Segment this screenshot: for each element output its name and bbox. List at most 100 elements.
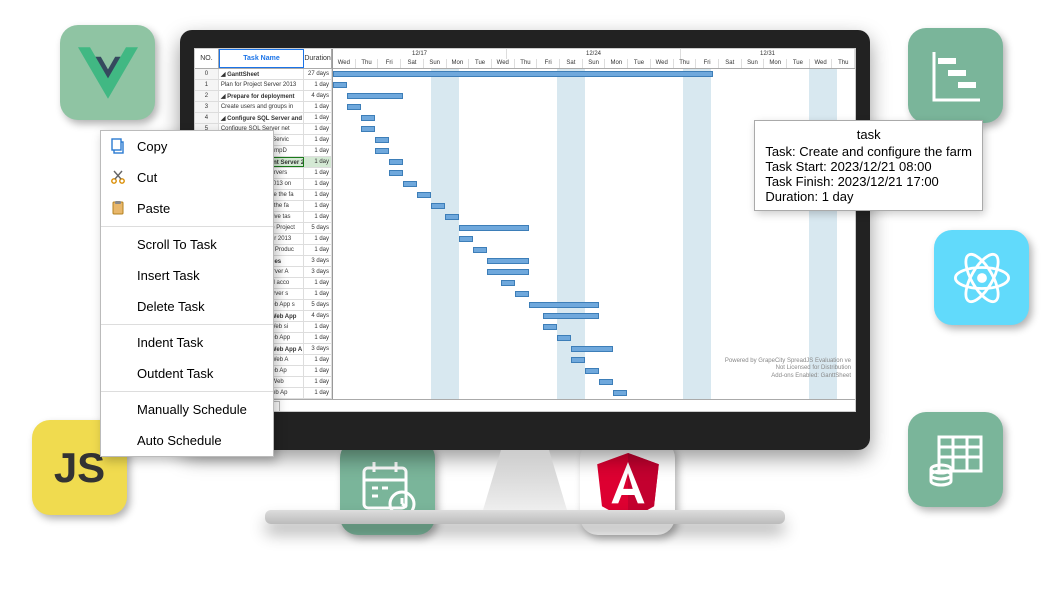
cell-duration[interactable]: 1 day bbox=[304, 289, 332, 299]
vue-icon bbox=[78, 47, 138, 99]
cell-duration[interactable]: 1 day bbox=[304, 157, 332, 167]
header-duration[interactable]: Duration bbox=[304, 49, 332, 68]
gantt-bar[interactable] bbox=[599, 379, 613, 385]
gantt-bar[interactable] bbox=[585, 368, 599, 374]
ctx-insert-task[interactable]: Insert Task bbox=[101, 260, 273, 291]
ctx-outdent-task[interactable]: Outdent Task bbox=[101, 358, 273, 389]
cell-duration[interactable]: 1 day bbox=[304, 190, 332, 200]
cell-duration[interactable]: 1 day bbox=[304, 212, 332, 222]
gantt-bar[interactable] bbox=[375, 137, 389, 143]
cell-duration[interactable]: 3 days bbox=[304, 267, 332, 277]
cell-duration[interactable]: 5 days bbox=[304, 300, 332, 310]
gantt-bar[interactable] bbox=[571, 357, 585, 363]
tooltip-finish: Task Finish: 2023/12/21 17:00 bbox=[765, 174, 972, 189]
gantt-chart-body[interactable] bbox=[333, 69, 855, 399]
monitor-screen: NO. Task Name Duration 0◢ GanttSheet27 d… bbox=[180, 30, 870, 450]
gantt-bar[interactable] bbox=[613, 390, 627, 396]
gantt-bar[interactable] bbox=[459, 225, 529, 231]
day-header: Thu bbox=[674, 59, 697, 69]
grid-pane: NO. Task Name Duration 0◢ GanttSheet27 d… bbox=[195, 49, 855, 399]
js-label: JS bbox=[54, 444, 105, 492]
cell-no: 0 bbox=[195, 69, 219, 79]
cell-duration[interactable]: 4 days bbox=[304, 91, 332, 101]
day-header: Wed bbox=[492, 59, 515, 69]
cell-duration[interactable]: 1 day bbox=[304, 124, 332, 134]
cell-task[interactable]: ◢ Prepare for deployment bbox=[219, 91, 304, 101]
gantt-bar[interactable] bbox=[487, 258, 529, 264]
ctx-copy[interactable]: Copy bbox=[101, 131, 273, 162]
gantt-bar[interactable] bbox=[557, 335, 571, 341]
task-row[interactable]: 0◢ GanttSheet27 days bbox=[195, 69, 332, 80]
gantt-bar[interactable] bbox=[389, 159, 403, 165]
cell-duration[interactable]: 3 days bbox=[304, 256, 332, 266]
ctx-delete-task[interactable]: Delete Task bbox=[101, 291, 273, 322]
day-header: Sat bbox=[401, 59, 424, 69]
gantt-bar[interactable] bbox=[571, 346, 613, 352]
ctx-scroll-to-task[interactable]: Scroll To Task bbox=[101, 229, 273, 260]
ctx-indent-task[interactable]: Indent Task bbox=[101, 327, 273, 358]
cell-duration[interactable]: 4 days bbox=[304, 311, 332, 321]
gantt-bar[interactable] bbox=[347, 104, 361, 110]
cell-duration[interactable]: 27 days bbox=[304, 69, 332, 79]
ctx-paste[interactable]: Paste bbox=[101, 193, 273, 224]
cell-duration[interactable]: 1 day bbox=[304, 333, 332, 343]
cell-duration[interactable]: 1 day bbox=[304, 102, 332, 112]
gantt-bar[interactable] bbox=[431, 203, 445, 209]
gantt-bar[interactable] bbox=[417, 192, 431, 198]
cell-task[interactable]: Create users and groups in bbox=[219, 102, 304, 112]
day-header: Sun bbox=[583, 59, 606, 69]
ctx-cut[interactable]: Cut bbox=[101, 162, 273, 193]
gantt-bar[interactable] bbox=[361, 115, 375, 121]
gantt-bar[interactable] bbox=[333, 71, 713, 77]
header-task-name[interactable]: Task Name bbox=[219, 49, 304, 68]
cell-duration[interactable]: 1 day bbox=[304, 80, 332, 90]
cell-duration[interactable]: 1 day bbox=[304, 168, 332, 178]
react-logo-badge bbox=[934, 230, 1029, 325]
gantt-bar[interactable] bbox=[543, 313, 599, 319]
gantt-bar[interactable] bbox=[515, 291, 529, 297]
gantt-bar[interactable] bbox=[333, 82, 347, 88]
cell-duration[interactable]: 3 days bbox=[304, 344, 332, 354]
cell-duration[interactable]: 1 day bbox=[304, 135, 332, 145]
gantt-timeline-header: 12/1712/2412/31 WedThuFriSatSunMonTueWed… bbox=[333, 49, 855, 69]
gantt-bar[interactable] bbox=[501, 280, 515, 286]
cell-duration[interactable]: 1 day bbox=[304, 245, 332, 255]
cell-task[interactable]: Plan for Project Server 2013 bbox=[219, 80, 304, 90]
task-row[interactable]: 1Plan for Project Server 20131 day bbox=[195, 80, 332, 91]
gantt-bar[interactable] bbox=[529, 302, 599, 308]
cell-task[interactable]: ◢ GanttSheet bbox=[219, 69, 304, 79]
task-row[interactable]: 4◢ Configure SQL Server and1 day bbox=[195, 113, 332, 124]
gantt-bar[interactable] bbox=[361, 126, 375, 132]
task-row[interactable]: 2◢ Prepare for deployment4 days bbox=[195, 91, 332, 102]
cell-task[interactable]: ◢ Configure SQL Server and bbox=[219, 113, 304, 123]
cell-duration[interactable]: 5 days bbox=[304, 223, 332, 233]
cell-duration[interactable]: 1 day bbox=[304, 366, 332, 376]
gantt-chart-pane: 12/1712/2412/31 WedThuFriSatSunMonTueWed… bbox=[333, 49, 855, 399]
gantt-bar[interactable] bbox=[375, 148, 389, 154]
ctx-auto-schedule[interactable]: Auto Schedule bbox=[101, 425, 273, 456]
gantt-bar[interactable] bbox=[389, 170, 403, 176]
cell-duration[interactable]: 1 day bbox=[304, 179, 332, 189]
gantt-bar[interactable] bbox=[403, 181, 417, 187]
gantt-bar[interactable] bbox=[445, 214, 459, 220]
cell-duration[interactable]: 1 day bbox=[304, 201, 332, 211]
header-no[interactable]: NO. bbox=[195, 49, 219, 68]
cell-duration[interactable]: 1 day bbox=[304, 322, 332, 332]
cell-duration[interactable]: 1 day bbox=[304, 388, 332, 398]
task-row[interactable]: 3Create users and groups in1 day bbox=[195, 102, 332, 113]
cut-icon bbox=[110, 169, 126, 185]
cell-duration[interactable]: 1 day bbox=[304, 113, 332, 123]
day-header: Tue bbox=[787, 59, 810, 69]
gantt-bar[interactable] bbox=[487, 269, 529, 275]
gantt-bar[interactable] bbox=[347, 93, 403, 99]
ctx-manually-schedule[interactable]: Manually Schedule bbox=[101, 394, 273, 425]
cell-duration[interactable]: 1 day bbox=[304, 146, 332, 156]
cell-duration[interactable]: 1 day bbox=[304, 355, 332, 365]
gantt-bar[interactable] bbox=[459, 236, 473, 242]
cell-duration[interactable]: 1 day bbox=[304, 234, 332, 244]
gantt-bar[interactable] bbox=[473, 247, 487, 253]
cell-duration[interactable]: 1 day bbox=[304, 377, 332, 387]
gantt-bar[interactable] bbox=[543, 324, 557, 330]
cell-duration[interactable]: 1 day bbox=[304, 278, 332, 288]
tooltip-start: Task Start: 2023/12/21 08:00 bbox=[765, 159, 972, 174]
